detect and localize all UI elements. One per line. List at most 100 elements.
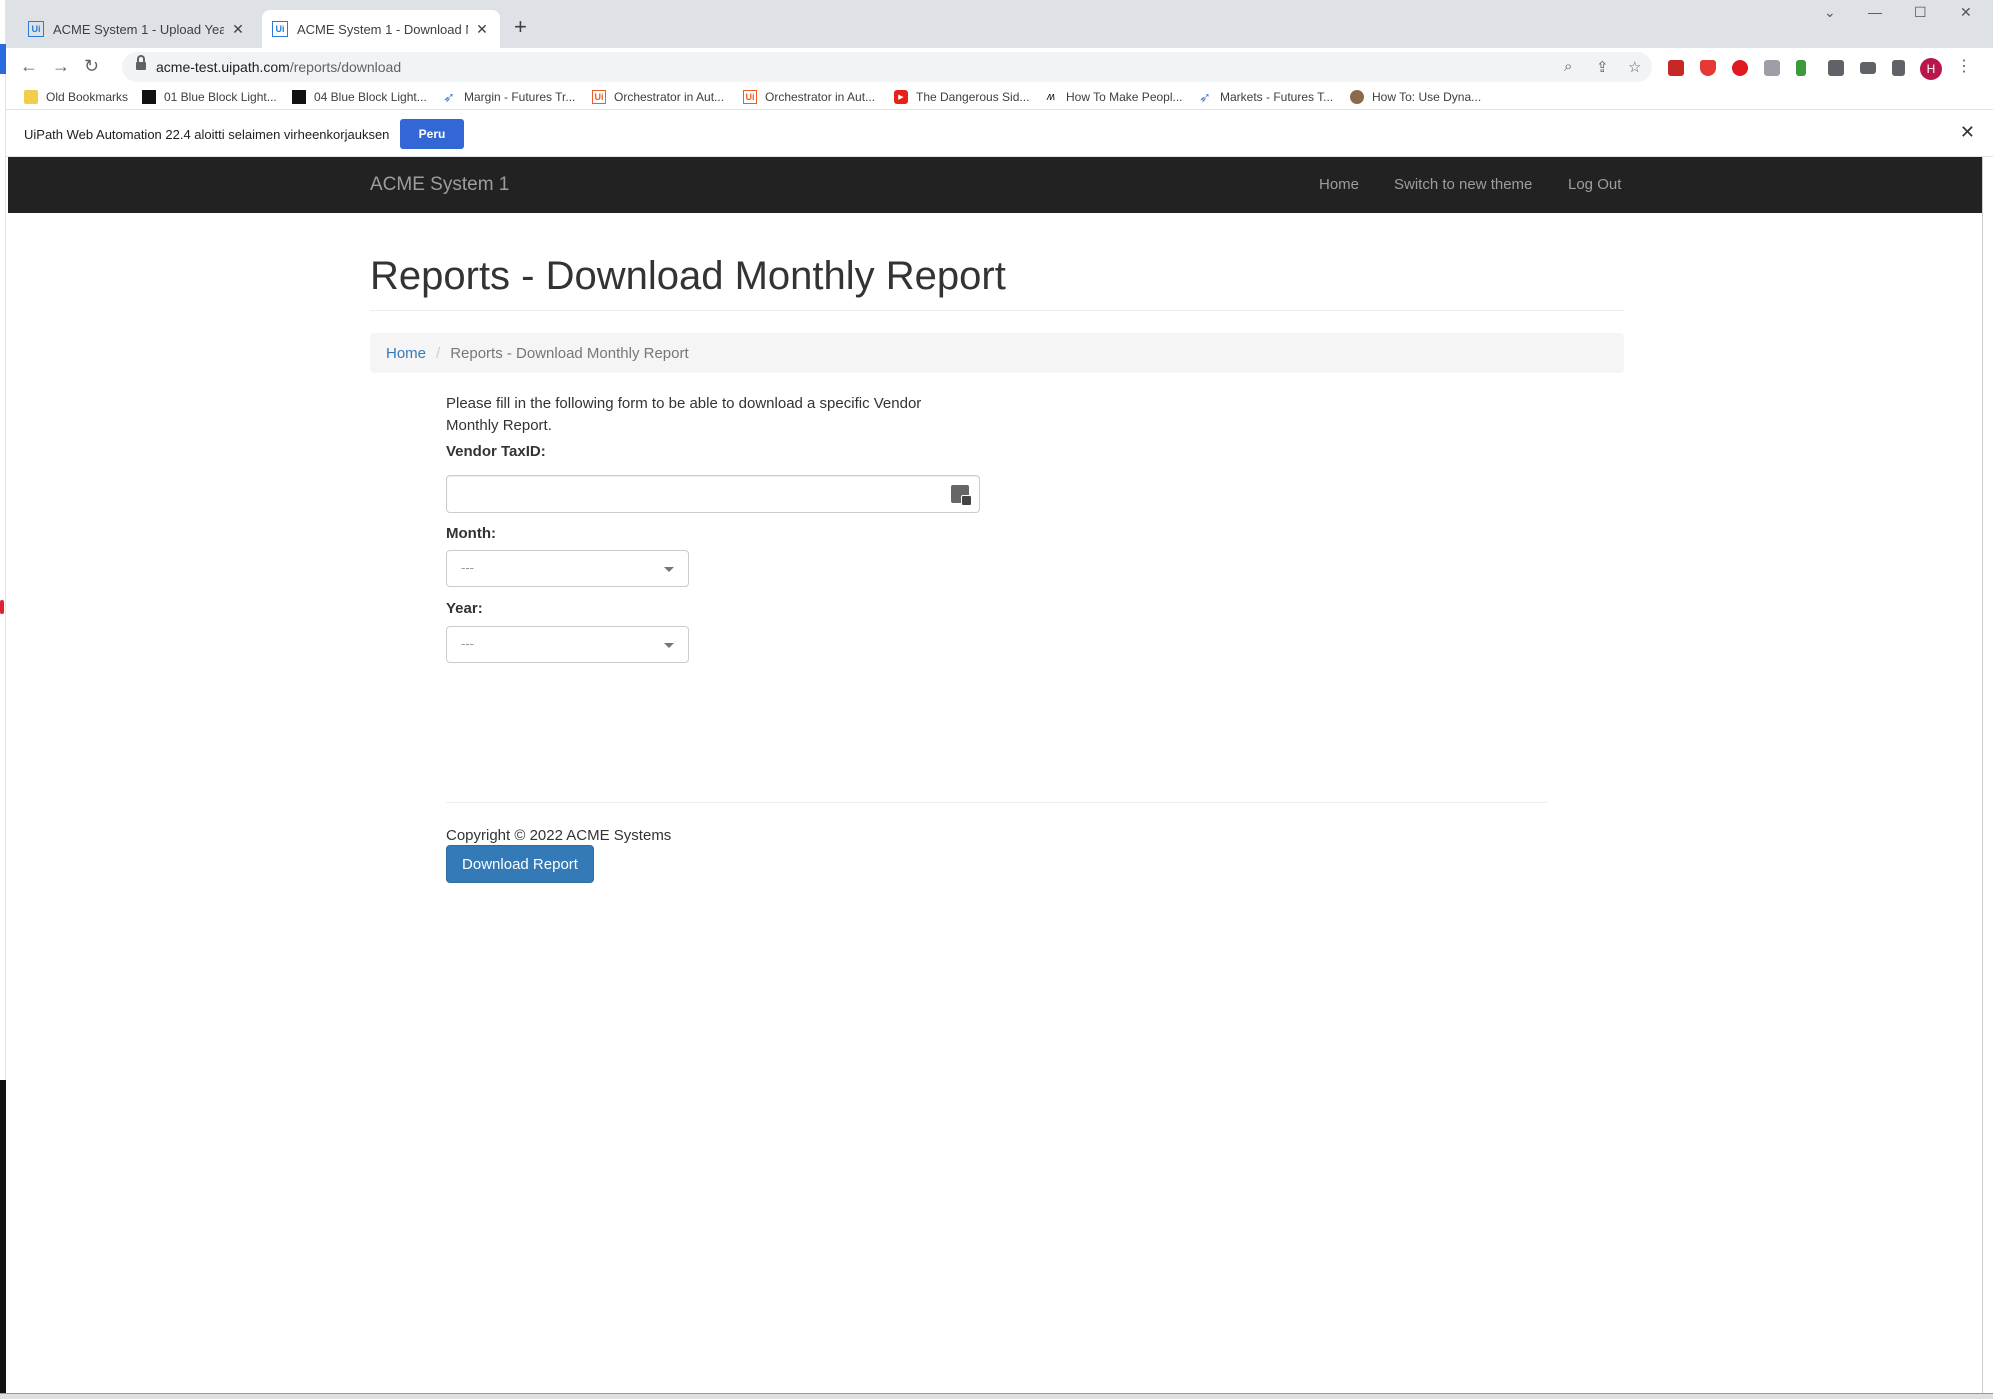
nav-home-link[interactable]: Home <box>1319 176 1359 193</box>
bookmark-label: Orchestrator in Aut... <box>765 90 876 104</box>
code-extension-icon[interactable] <box>1764 60 1780 76</box>
back-icon[interactable]: ← <box>20 56 38 77</box>
tab-upload-yearly[interactable]: Ui ACME System 1 - Upload Yearly Report … <box>18 10 256 48</box>
maximize-icon[interactable]: ☐ <box>1914 4 1927 21</box>
reading-list-icon[interactable] <box>1860 62 1876 74</box>
forward-icon[interactable]: → <box>52 56 70 77</box>
uipath-icon: Ui <box>592 90 606 104</box>
title-divider <box>370 310 1624 311</box>
window-close-icon[interactable]: ✕ <box>1960 4 1972 21</box>
bookmark-item[interactable]: 04 Blue Block Light... <box>292 90 427 104</box>
bird-icon: ➶ <box>1199 88 1211 105</box>
url-path: /reports/download <box>289 59 402 75</box>
month-select[interactable]: --- <box>446 550 689 587</box>
opera-extension-icon[interactable] <box>1732 60 1748 76</box>
close-icon[interactable]: ✕ <box>474 21 490 38</box>
tab-title: ACME System 1 - Upload Yearly Report <box>53 21 224 37</box>
shield-extension-icon[interactable] <box>1700 60 1716 76</box>
black-square-icon <box>142 90 156 104</box>
infobar-cancel-button[interactable]: Peru <box>400 119 464 149</box>
tab-search-icon[interactable]: ⌄ <box>1824 4 1836 21</box>
nav-logout-link[interactable]: Log Out <box>1568 176 1621 193</box>
lock-icon <box>136 55 146 70</box>
year-selected-value: --- <box>461 636 474 651</box>
bookmark-item[interactable]: Ui Orchestrator in Aut... <box>592 90 724 104</box>
left-edge-strip <box>0 0 6 1399</box>
zoom-icon[interactable]: ⌕ <box>1564 58 1572 75</box>
vendor-taxid-input[interactable] <box>446 475 980 513</box>
url-host: acme-test.uipath.com <box>156 59 290 75</box>
chevron-down-icon <box>664 643 674 648</box>
bookmark-star-icon[interactable]: ☆ <box>1628 58 1641 76</box>
puzzle-icon[interactable] <box>1828 60 1844 76</box>
new-tab-icon[interactable]: + <box>514 14 527 40</box>
folder-icon <box>24 90 38 104</box>
breadcrumb-home-link[interactable]: Home <box>386 345 426 362</box>
bookmark-item[interactable]: Ui Orchestrator in Aut... <box>743 90 875 104</box>
breadcrumb: Home / Reports - Download Monthly Report <box>370 333 1624 373</box>
download-report-button[interactable]: Download Report <box>446 845 594 883</box>
uipath-icon: Ui <box>28 21 44 37</box>
signature-icon: ʍ <box>1047 91 1055 103</box>
close-icon[interactable]: ✕ <box>1960 122 1975 143</box>
bookmark-item[interactable]: ➶ Margin - Futures Tr... <box>442 88 576 105</box>
reload-icon[interactable]: ↻ <box>84 56 99 77</box>
edge-dark-panel <box>0 1080 6 1399</box>
url-text[interactable]: acme-test.uipath.com/reports/download <box>156 59 401 75</box>
uipath-icon: Ui <box>743 90 757 104</box>
navbar-brand[interactable]: ACME System 1 <box>370 174 509 196</box>
share-icon[interactable]: ⇪ <box>1596 58 1609 76</box>
bookmark-item[interactable]: ➶ Markets - Futures T... <box>1198 88 1334 105</box>
site-navbar: ACME System 1 Home Switch to new theme L… <box>8 157 1982 213</box>
edge-marker <box>0 600 4 614</box>
bookmark-label: 01 Blue Block Light... <box>164 90 277 104</box>
black-square-icon <box>292 90 306 104</box>
bookmark-item[interactable]: ʍ How To Make Peopl... <box>1044 90 1183 104</box>
bookmark-label: Old Bookmarks <box>46 90 129 104</box>
web-page: ACME System 1 Home Switch to new theme L… <box>8 157 1983 1393</box>
bookmark-label: Markets - Futures T... <box>1220 90 1334 104</box>
bookmark-label: The Dangerous Sid... <box>916 90 1030 104</box>
uipath-icon: Ui <box>272 21 288 37</box>
breadcrumb-separator: / <box>436 344 441 362</box>
bookmark-item[interactable]: Old Bookmarks <box>24 90 128 104</box>
bookmark-label: Margin - Futures Tr... <box>464 90 576 104</box>
profile-avatar[interactable]: H <box>1920 58 1942 80</box>
footer-divider <box>446 802 1547 803</box>
bird-icon: ➶ <box>443 88 455 105</box>
bookmark-label: Orchestrator in Aut... <box>614 90 725 104</box>
form-intro-text: Please fill in the following form to be … <box>446 395 922 434</box>
footer-copyright: Copyright © 2022 ACME Systems <box>446 827 672 844</box>
portrait-icon <box>1350 90 1364 104</box>
side-panel-icon[interactable] <box>1892 60 1905 76</box>
page-title: Reports - Download Monthly Report <box>370 254 1006 298</box>
nav-switch-theme-link[interactable]: Switch to new theme <box>1394 176 1532 193</box>
tab-download-monthly[interactable]: Ui ACME System 1 - Download Monthly Repo… <box>262 10 500 48</box>
bookmark-item[interactable]: ▶ The Dangerous Sid... <box>894 90 1029 104</box>
chevron-down-icon <box>664 567 674 572</box>
autofill-icon[interactable] <box>951 485 972 506</box>
bookmark-item[interactable]: How To: Use Dyna... <box>1350 90 1481 104</box>
tab-title: ACME System 1 - Download Monthly Report <box>297 21 468 37</box>
tab-strip: Ui ACME System 1 - Upload Yearly Report … <box>6 0 1993 48</box>
breadcrumb-current: Reports - Download Monthly Report <box>450 344 689 362</box>
youtube-icon: ▶ <box>894 90 908 104</box>
month-selected-value: --- <box>461 560 474 575</box>
minimize-icon[interactable]: — <box>1868 4 1882 20</box>
debugging-infobar: UiPath Web Automation 22.4 aloitti selai… <box>6 112 1993 157</box>
close-icon[interactable]: ✕ <box>230 21 246 38</box>
year-select[interactable]: --- <box>446 626 689 663</box>
menu-kebab-icon[interactable]: ⋮ <box>1956 56 1972 76</box>
bookmark-item[interactable]: 01 Blue Block Light... <box>142 90 277 104</box>
plant-extension-icon[interactable] <box>1796 60 1806 76</box>
year-label: Year: <box>446 600 483 617</box>
vendor-taxid-label: Vendor TaxID: <box>446 443 546 460</box>
window-bottom-edge <box>0 1393 1993 1399</box>
extension-badge-icon[interactable] <box>1668 60 1684 76</box>
month-label: Month: <box>446 525 496 542</box>
bookmark-label: How To: Use Dyna... <box>1372 90 1482 104</box>
bookmarks-bar: Old Bookmarks 01 Blue Block Light... 04 … <box>6 86 1993 110</box>
browser-toolbar: ← → ↻ acme-test.uipath.com/reports/downl… <box>6 48 1993 86</box>
address-bar[interactable]: acme-test.uipath.com/reports/download ⌕ … <box>122 52 1652 82</box>
bookmark-label: How To Make Peopl... <box>1066 90 1183 104</box>
